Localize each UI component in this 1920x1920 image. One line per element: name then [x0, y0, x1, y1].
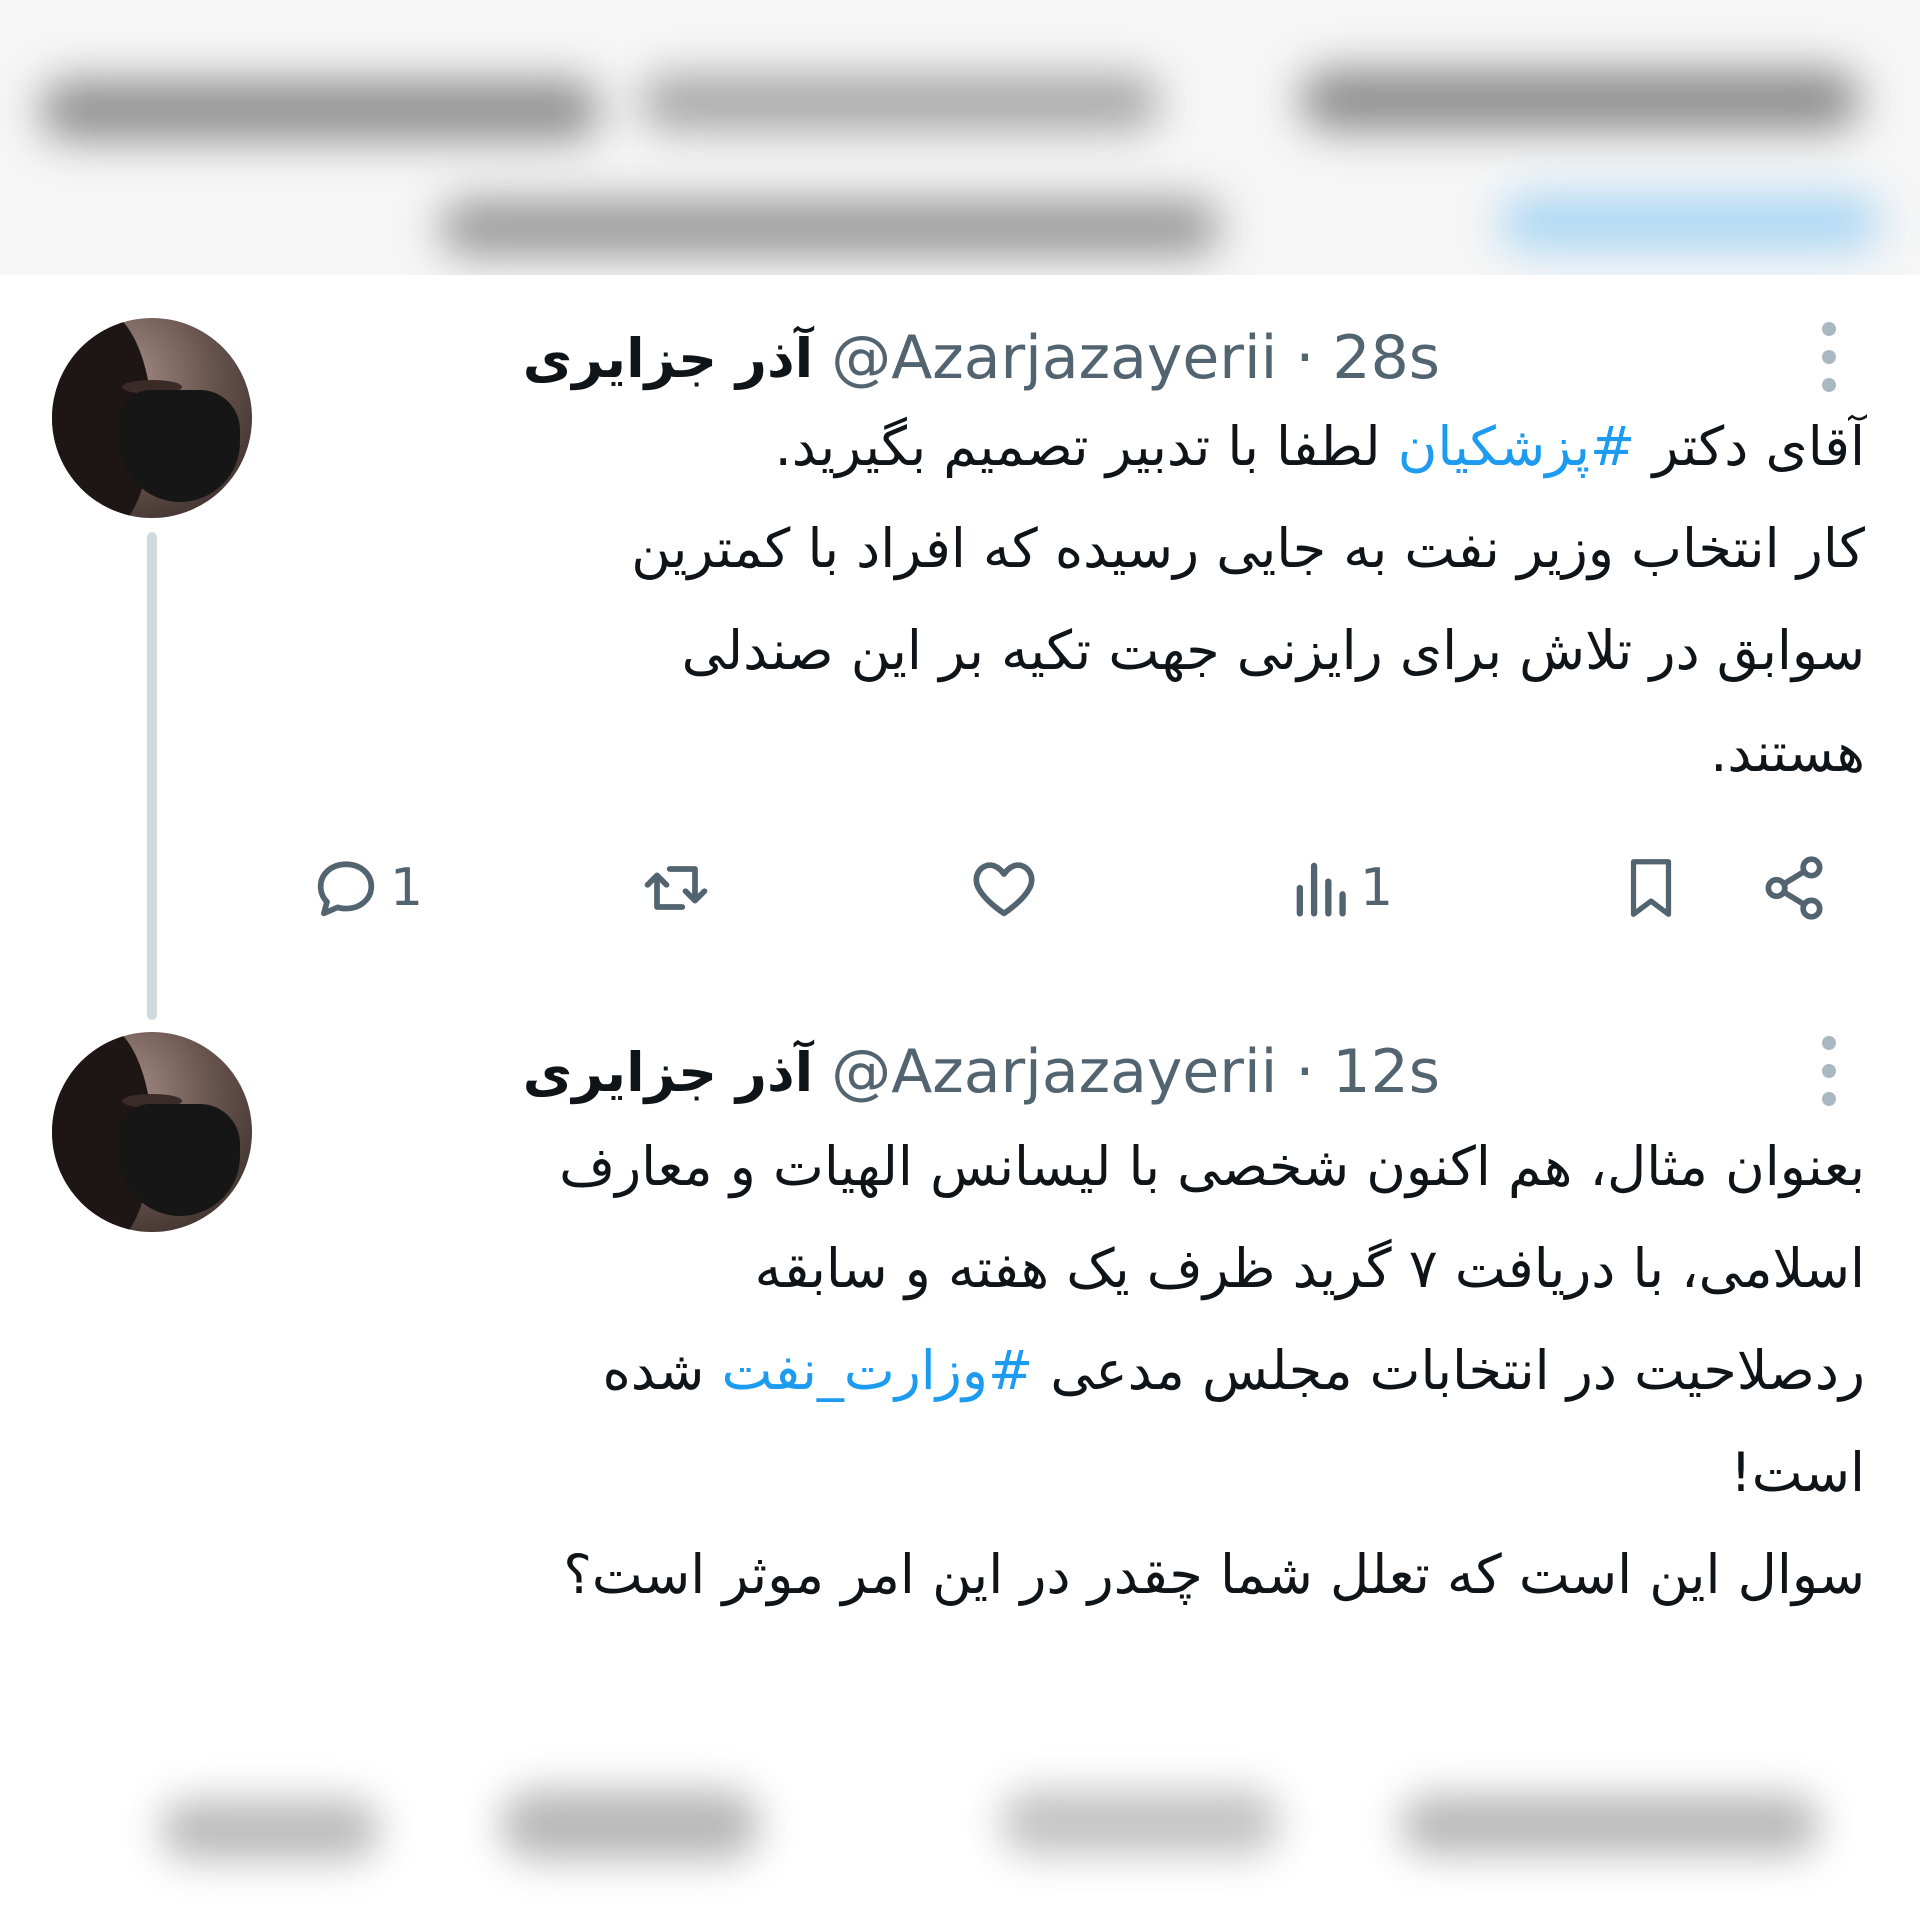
tweet-line: هستند.: [1710, 721, 1865, 784]
reply-button[interactable]: 1: [308, 850, 423, 926]
tweet-header: آذر جزایری @Azarjazayerii · 12s: [523, 1032, 1440, 1112]
views-icon: [1296, 862, 1346, 917]
hashtag-link[interactable]: #وزارت_نفت: [722, 1339, 1034, 1402]
tweet-line: بعنوان مثال، هم اکنون شخصی با لیسانس اله…: [559, 1135, 1865, 1198]
hashtag-link[interactable]: #پزشکیان: [1398, 415, 1636, 478]
views-button[interactable]: 1: [1290, 850, 1393, 926]
views-count: 1: [1360, 858, 1394, 918]
author-name[interactable]: آذر جزایری: [523, 327, 814, 390]
screenshot-page: آذر جزایری @Azarjazayerii · 28s آقای دکت…: [0, 0, 1920, 1920]
tweet-line: سوابق در تلاش برای رایزنی جهت تکیه بر ای…: [681, 619, 1865, 682]
meta-separator: ·: [1295, 323, 1315, 393]
reply-count: 1: [390, 858, 424, 918]
like-icon: [973, 862, 1035, 917]
tweet-line: اسلامی، با دریافت ۷ گرید ظرف یک هفته و س…: [754, 1237, 1865, 1300]
author-handle[interactable]: @Azarjazayerii: [831, 1037, 1277, 1107]
tweet-line: ردصلاحیت در انتخابات مجلس مدعی #وزارت_نف…: [602, 1339, 1865, 1402]
tweet-time[interactable]: 28s: [1332, 323, 1440, 393]
avatar[interactable]: [52, 1032, 252, 1232]
reply-icon: [317, 861, 375, 917]
blurred-next-content: [0, 1720, 1920, 1920]
tweet-text: آقای دکتر #پزشکیان لطفا با تدبیر تصمیم ب…: [245, 396, 1865, 804]
tweet-line: کار انتخاب وزیر نفت به جایی رسیده که افر…: [631, 517, 1865, 580]
retweet-button[interactable]: [636, 850, 716, 926]
share-button[interactable]: [1756, 850, 1832, 926]
bookmark-icon: [1630, 859, 1672, 917]
like-button[interactable]: [966, 850, 1042, 926]
tweet-line: سوال این است که تعلل شما چقدر در این امر…: [563, 1543, 1865, 1606]
thread-connector-line: [147, 532, 157, 1020]
bookmark-button[interactable]: [1616, 850, 1686, 926]
more-options-icon[interactable]: [1818, 322, 1840, 392]
tweet-time[interactable]: 12s: [1332, 1037, 1440, 1107]
tweet-line: است!: [1730, 1441, 1865, 1504]
retweet-icon: [644, 866, 708, 910]
more-options-icon[interactable]: [1818, 1036, 1840, 1106]
tweet-header: آذر جزایری @Azarjazayerii · 28s: [523, 318, 1440, 398]
author-handle[interactable]: @Azarjazayerii: [831, 323, 1277, 393]
blurred-previous-tweet: [0, 0, 1920, 275]
author-name[interactable]: آذر جزایری: [523, 1041, 814, 1104]
avatar[interactable]: [52, 318, 252, 518]
tweet-actions: 1 1: [0, 850, 1920, 930]
tweet-line: آقای دکتر #پزشکیان لطفا با تدبیر تصمیم ب…: [774, 415, 1865, 478]
share-icon: [1765, 856, 1823, 920]
meta-separator: ·: [1295, 1037, 1315, 1107]
tweet-text: بعنوان مثال، هم اکنون شخصی با لیسانس اله…: [245, 1116, 1865, 1626]
